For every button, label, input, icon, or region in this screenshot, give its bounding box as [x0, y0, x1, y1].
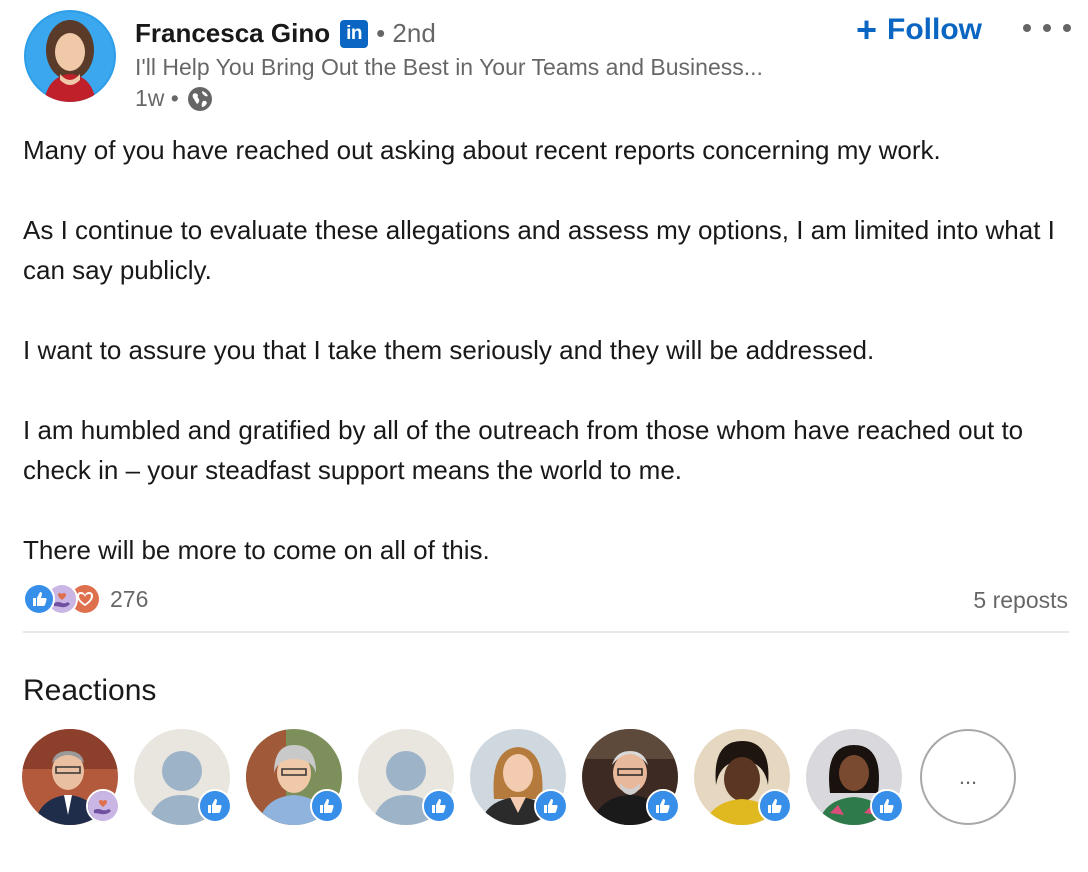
more-options-button[interactable] [1023, 8, 1071, 48]
reactor-avatar[interactable] [470, 729, 568, 825]
reactions-summary[interactable]: 276 [23, 583, 148, 615]
like-icon [422, 789, 456, 823]
reactions-heading: Reactions [23, 674, 157, 707]
post-paragraph: I want to assure you that I take them se… [23, 335, 875, 365]
reactor-avatar[interactable] [246, 729, 344, 825]
post-meta: 1w • [135, 85, 213, 112]
post-time: 1w • [135, 85, 179, 111]
like-icon [23, 583, 55, 615]
reaction-count: 276 [110, 585, 149, 612]
reposts-count[interactable]: 5 reposts [973, 587, 1068, 614]
connection-degree: • 2nd [376, 18, 436, 48]
reactor-avatar[interactable] [694, 729, 792, 825]
follow-label: Follow [887, 13, 983, 46]
post-text: Many of you have reached out asking abou… [23, 130, 1063, 610]
reactor-avatar[interactable] [806, 729, 904, 825]
post-paragraph: I am humbled and gratified by all of the… [23, 415, 1024, 485]
plus-icon: + [856, 9, 878, 50]
like-icon [758, 789, 792, 823]
reactor-avatar[interactable] [134, 729, 232, 825]
author-name[interactable]: Francesca Gino [135, 18, 330, 49]
author-name-row: Francesca Gino in • 2nd [135, 18, 436, 49]
like-icon [534, 789, 568, 823]
like-icon [870, 789, 904, 823]
more-reactors-button[interactable]: ... [920, 729, 1016, 825]
post-paragraph: Many of you have reached out asking abou… [23, 135, 941, 165]
reactor-avatar[interactable] [582, 729, 680, 825]
reactor-avatar[interactable] [358, 729, 456, 825]
support-icon [86, 789, 120, 823]
follow-button[interactable]: + Follow [856, 10, 982, 50]
post-paragraph: As I continue to evaluate these allegati… [23, 215, 1055, 285]
like-icon [198, 789, 232, 823]
globe-icon [187, 86, 213, 112]
author-headline: I'll Help You Bring Out the Best in Your… [135, 54, 763, 80]
post-header: Francesca Gino in • 2nd I'll Help You Br… [24, 8, 1072, 111]
post-paragraph: There will be more to come on all of thi… [23, 535, 490, 565]
reactor-avatar[interactable] [22, 729, 120, 825]
author-avatar[interactable] [24, 10, 116, 102]
like-icon [310, 789, 344, 823]
divider [23, 631, 1069, 633]
ellipsis-icon [1023, 24, 1031, 32]
linkedin-premium-icon: in [340, 19, 369, 48]
like-icon [646, 789, 680, 823]
